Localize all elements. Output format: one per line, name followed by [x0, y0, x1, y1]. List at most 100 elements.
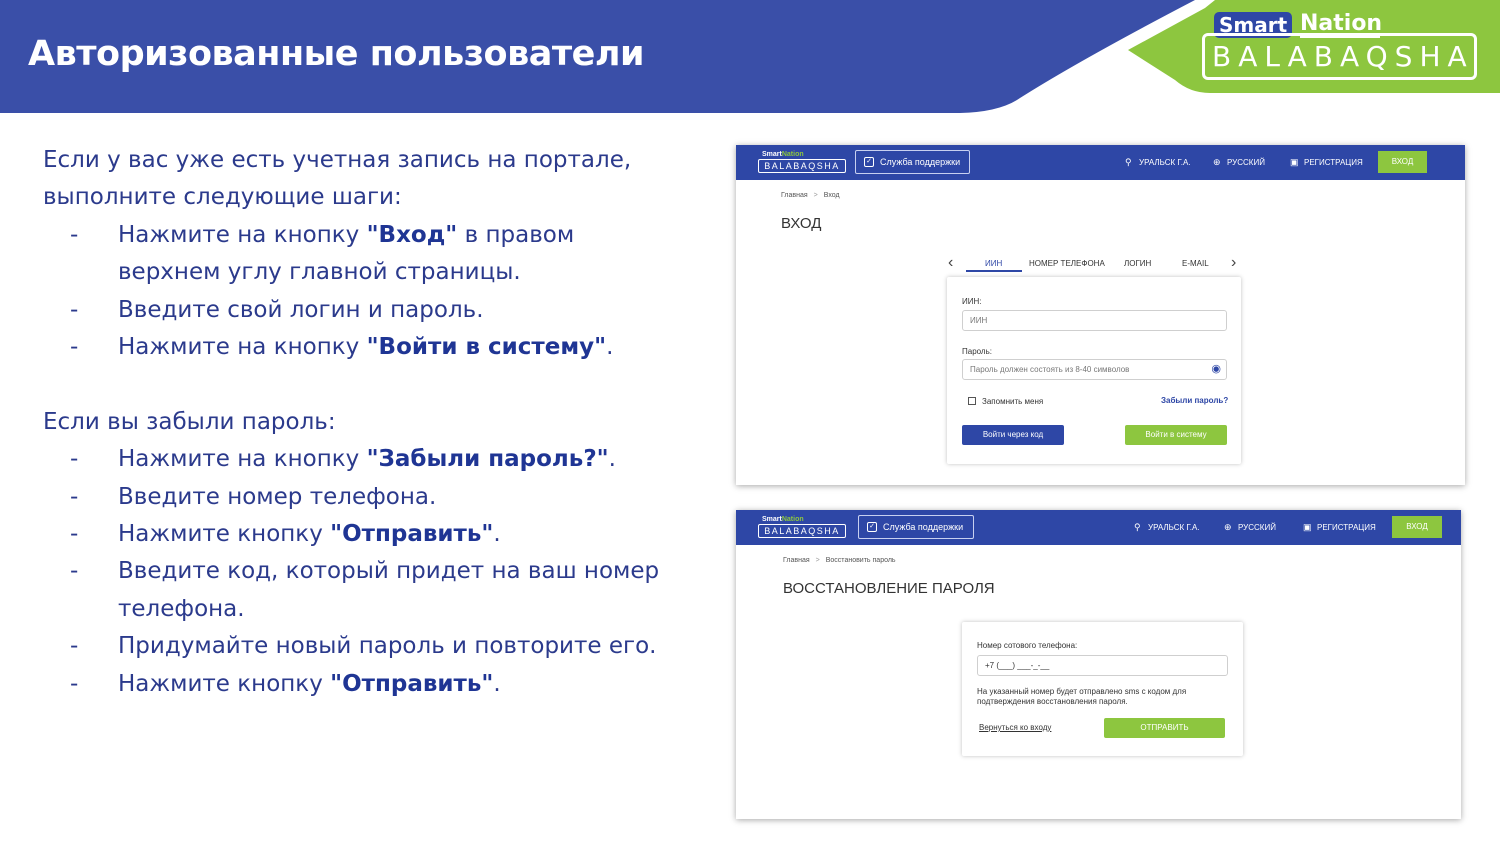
page-title: ВОССТАНОВЛЕНИЕ ПАРОЛЯ — [783, 580, 995, 597]
location-pin-icon: ⚲ — [1125, 157, 1132, 167]
register-link[interactable]: ▣ РЕГИСТРАЦИЯ — [1290, 157, 1363, 168]
login-form-card: ИИН: ИИН Пароль: Пароль должен состоять … — [947, 277, 1241, 464]
login-screenshot: SmartNation BALABAQSHA ✓ Служба поддержки… — [736, 145, 1465, 485]
step-bold: "Войти в систему" — [366, 334, 607, 361]
chevron-left-icon[interactable]: ‹ — [948, 255, 953, 271]
password-label: Пароль: — [962, 347, 992, 356]
portal-logo-smart-text: Smart — [762, 151, 782, 158]
list-dash: - — [70, 670, 79, 697]
page-title: ВХОД — [781, 215, 822, 232]
list-item: - Введите код, который придет на ваш номе… — [43, 553, 683, 628]
sms-hint-line: подтверждения восстановления пароля. — [977, 696, 1128, 706]
city-selector[interactable]: ⚲ УРАЛЬСК Г.А. — [1125, 157, 1191, 168]
portal-logo-nation: Nation — [781, 516, 804, 523]
iin-input[interactable]: ИИН — [962, 310, 1227, 331]
tab-iin[interactable]: ИИН — [985, 259, 1002, 268]
support-label: Служба поддержки — [880, 157, 961, 167]
portal-logo-smart: SmartNation — [762, 151, 804, 158]
step-text: Нажмите на кнопку — [118, 221, 367, 248]
city-label: УРАЛЬСК Г.А. — [1148, 523, 1200, 532]
phone-label: Номер сотового телефона: — [977, 641, 1078, 650]
globe-icon: ⊕ — [1213, 157, 1221, 167]
list-dash: - — [70, 446, 79, 473]
step-text: Введите свой логин и пароль. — [118, 296, 484, 323]
forgot-password-link[interactable]: Забыли пароль? — [1161, 396, 1228, 405]
step-text: . — [493, 521, 501, 548]
chevron-right-icon[interactable]: › — [1231, 255, 1236, 271]
eye-icon[interactable]: ◉ — [1211, 363, 1221, 376]
logo-name: BALABAQSHA — [1212, 40, 1474, 73]
language-label: РУССКИЙ — [1227, 158, 1265, 167]
step-bold: "Вход" — [366, 221, 458, 248]
register-label: РЕГИСТРАЦИЯ — [1304, 158, 1363, 167]
portal-navbar: SmartNation BALABAQSHA ✓ Служба поддержки… — [736, 145, 1465, 180]
support-button[interactable]: ✓ Служба поддержки — [858, 515, 974, 539]
step-text: . — [606, 334, 614, 361]
breadcrumb: Главная > Восстановить пароль — [783, 557, 896, 564]
step-text: Нажмите кнопку — [118, 521, 331, 548]
tab-login[interactable]: ЛОГИН — [1124, 259, 1151, 268]
login-code-button[interactable]: Войти через код — [962, 425, 1064, 445]
step-bold: "Отправить" — [330, 670, 494, 697]
login-nav-button[interactable]: ВХОД — [1392, 516, 1442, 538]
language-selector[interactable]: ⊕ РУССКИЙ — [1213, 157, 1265, 168]
breadcrumb: Главная > Вход — [781, 192, 840, 199]
city-selector[interactable]: ⚲ УРАЛЬСК Г.А. — [1134, 522, 1200, 533]
password-input[interactable]: Пароль должен состоять из 8-40 символов … — [962, 359, 1227, 380]
login-steps: - Нажмите на кнопку "Вход" в правом верхн… — [43, 217, 683, 367]
portal-logo-nation: Nation — [781, 151, 804, 158]
list-item: - Нажмите на кнопку "Забыли пароль?". — [43, 441, 683, 478]
remember-checkbox[interactable] — [968, 397, 976, 405]
step-text: Нажмите на кнопку — [118, 446, 367, 473]
globe-icon: ⊕ — [1224, 522, 1232, 532]
breadcrumb-home[interactable]: Главная — [783, 557, 810, 564]
step-bold: "Отправить" — [330, 521, 494, 548]
password-placeholder: Пароль должен состоять из 8-40 символов — [970, 365, 1130, 374]
list-item: - Введите свой логин и пароль. — [43, 292, 683, 329]
step-text: . — [608, 446, 616, 473]
language-label: РУССКИЙ — [1238, 523, 1276, 532]
list-dash: - — [70, 221, 79, 248]
intro-text: Если у вас уже есть учетная запись на по… — [43, 147, 632, 211]
list-item: - Нажмите кнопку "Отправить". — [43, 666, 683, 703]
sms-hint-line: На указанный номер будет отправлено sms … — [977, 687, 1187, 696]
list-item: - Нажмите на кнопку "Войти в систему". — [43, 329, 683, 366]
chevron-right-icon: > — [815, 557, 820, 564]
back-to-login-link[interactable]: Вернуться ко входу — [979, 723, 1051, 732]
list-dash: - — [70, 521, 79, 548]
forgot-steps: - Нажмите на кнопку "Забыли пароль?". - Вв… — [43, 441, 683, 703]
portal-logo-smart-text: Smart — [762, 516, 782, 523]
instructions: Если у вас уже есть учетная запись на по… — [43, 142, 683, 703]
city-label: УРАЛЬСК Г.А. — [1139, 158, 1191, 167]
support-button[interactable]: ✓ Служба поддержки — [855, 150, 970, 174]
portal-logo[interactable]: SmartNation BALABAQSHA — [758, 516, 846, 538]
breadcrumb-current: Восстановить пароль — [825, 557, 896, 564]
list-dash: - — [70, 633, 79, 660]
support-label: Служба поддержки — [883, 522, 964, 532]
step-text: Введите код, который придет на ваш номер… — [118, 558, 660, 622]
recovery-form-card: Номер сотового телефона: +7 (___) ___-_-… — [962, 622, 1243, 756]
list-item: - Придумайте новый пароль и повторите его… — [43, 628, 683, 665]
sms-hint: На указанный номер будет отправлено sms … — [977, 687, 1186, 706]
list-item: - Нажмите кнопку "Отправить". — [43, 516, 683, 553]
recovery-screenshot: SmartNation BALABAQSHA ✓ Служба поддержки… — [736, 510, 1461, 819]
list-dash: - — [70, 558, 79, 585]
breadcrumb-home[interactable]: Главная — [781, 192, 808, 199]
location-pin-icon: ⚲ — [1134, 522, 1141, 532]
portal-navbar: SmartNation BALABAQSHA ✓ Служба поддержки… — [736, 510, 1461, 545]
checklist-icon: ✓ — [867, 522, 877, 532]
register-link[interactable]: ▣ РЕГИСТРАЦИЯ — [1303, 522, 1376, 533]
tab-phone[interactable]: НОМЕР ТЕЛЕФОНА — [1029, 259, 1105, 268]
id-card-icon: ▣ — [1290, 157, 1299, 167]
step-text: Придумайте новый пароль и повторите его. — [118, 633, 657, 660]
login-nav-button[interactable]: ВХОД — [1378, 151, 1427, 173]
list-item: - Введите номер телефона. — [43, 479, 683, 516]
step-text: Введите номер телефона. — [118, 483, 437, 510]
portal-logo[interactable]: SmartNation BALABAQSHA — [758, 151, 846, 173]
tab-active-indicator — [966, 270, 1022, 272]
tab-email[interactable]: E-MAIL — [1182, 259, 1209, 268]
login-system-button[interactable]: Войти в систему — [1125, 425, 1227, 445]
language-selector[interactable]: ⊕ РУССКИЙ — [1224, 522, 1276, 533]
phone-input[interactable]: +7 (___) ___-_-__ — [977, 655, 1228, 676]
send-button[interactable]: ОТПРАВИТЬ — [1104, 718, 1225, 738]
